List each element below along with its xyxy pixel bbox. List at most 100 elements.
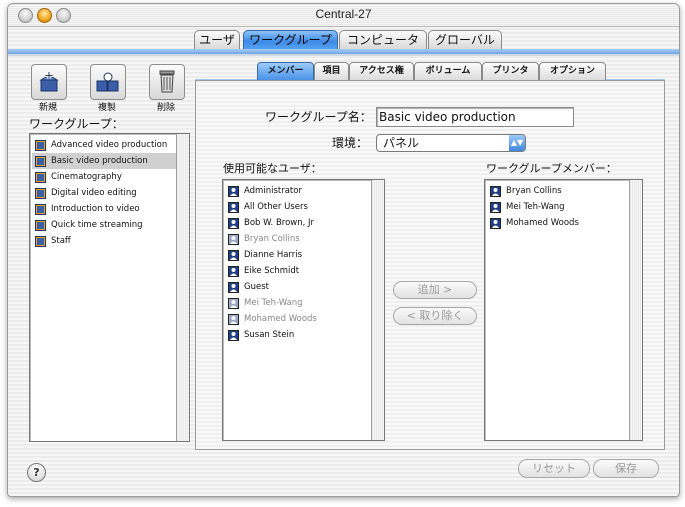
app-window: Central-27 ユーザ ワークグループ コンピュータ グローバル 新規 複… [7, 3, 680, 497]
available-user-item-label: Eike Schmidt [244, 266, 300, 276]
tab-users[interactable]: ユーザ [194, 30, 240, 51]
member-item-label: Mei Teh-Wang [506, 202, 565, 212]
delete-label: 削除 [156, 103, 175, 113]
available-user-item-label: Guest [244, 282, 269, 292]
user-icon [228, 217, 239, 229]
remove-button[interactable]: < 取り除く [393, 307, 477, 325]
available-user-item-label: Mohamed Woods [244, 314, 317, 324]
workgroup-list-item[interactable]: Digital video editing [32, 185, 176, 201]
workgroup-list-item-label: Digital video editing [51, 188, 137, 198]
available-user-item[interactable]: Eike Schmidt [225, 263, 371, 279]
workgroup-name-field[interactable]: Basic video production [376, 107, 574, 127]
workgroup-list-item[interactable]: Basic video production [32, 153, 176, 169]
top-tabs: ユーザ ワークグループ コンピュータ グローバル [8, 28, 679, 51]
tab-privileges[interactable]: アクセス権 [349, 62, 414, 81]
available-user-item-label: Bob W. Brown, Jr [244, 218, 315, 228]
help-button[interactable]: ? [27, 463, 46, 482]
available-user-item-label: Bryan Collins [244, 234, 300, 244]
workgroup-list-item[interactable]: Advanced video production [32, 137, 176, 153]
member-item-label: Mohamed Woods [506, 218, 579, 228]
members-panel: ワークグループ名： Basic video production 環境： パネル… [195, 80, 665, 450]
workgroup-list-scrollbar[interactable] [176, 134, 189, 441]
available-user-item[interactable]: Bob W. Brown, Jr [225, 215, 371, 231]
available-user-item-label: Dianne Harris [244, 250, 303, 260]
workgroup-list-item[interactable]: Introduction to video [32, 201, 176, 217]
member-item[interactable]: Mohamed Woods [487, 215, 629, 231]
user-icon [490, 201, 501, 213]
trash-icon [159, 70, 175, 93]
save-button[interactable]: 保存 [593, 459, 659, 478]
tab-computers[interactable]: コンピュータ [339, 30, 427, 51]
new-workgroup-icon [39, 72, 59, 92]
duplicate-button[interactable] [90, 64, 126, 100]
workgroup-list-item-label: Introduction to video [51, 204, 140, 214]
available-users-heading: 使用可能なユーザ： [223, 162, 322, 175]
user-icon [228, 265, 239, 277]
user-icon [228, 297, 239, 309]
environment-label: 環境： [332, 136, 369, 150]
member-item[interactable]: Bryan Collins [487, 183, 629, 199]
workgroup-list-item[interactable]: Quick time streaming [32, 217, 176, 233]
duplicate-label: 複製 [97, 103, 116, 113]
workgroup-name-label: ワークグループ名： [265, 110, 372, 124]
user-icon [228, 329, 239, 341]
delete-button[interactable] [149, 64, 185, 100]
workgroup-icon [35, 203, 46, 215]
available-user-item-label: Administrator [244, 186, 302, 196]
title-bar: Central-27 [8, 4, 679, 27]
new-button[interactable] [31, 64, 67, 100]
available-user-item[interactable]: Dianne Harris [225, 247, 371, 263]
workgroup-list-item-label: Advanced video production [51, 140, 168, 150]
reset-button[interactable]: リセット [518, 459, 590, 478]
available-user-item[interactable]: Susan Stein [225, 327, 371, 343]
user-icon [228, 281, 239, 293]
available-user-item[interactable]: Bryan Collins [225, 231, 371, 247]
workgroup-list-item[interactable]: Staff [32, 233, 176, 249]
members-list[interactable]: Bryan Collins Mei Teh-Wang Mohamed Woods [484, 179, 643, 441]
available-user-item[interactable]: All Other Users [225, 199, 371, 215]
available-user-item[interactable]: Administrator [225, 183, 371, 199]
members-list-scrollbar[interactable] [629, 180, 642, 440]
workgroup-list-item-label: Cinematography [51, 172, 122, 182]
new-label: 新規 [38, 103, 57, 113]
member-item-label: Bryan Collins [506, 186, 562, 196]
workgroup-icon [35, 139, 46, 151]
available-users-scrollbar[interactable] [371, 180, 384, 440]
workgroup-icon [35, 155, 46, 167]
workgroup-icon [35, 235, 46, 247]
tab-options[interactable]: オプション [539, 62, 606, 81]
workgroup-list-item-label: Basic video production [51, 156, 148, 166]
tab-members[interactable]: メンバー [257, 62, 314, 81]
add-button[interactable]: 追加 > [393, 281, 477, 299]
tab-items[interactable]: 項目 [314, 62, 349, 81]
workgroup-icon [35, 187, 46, 199]
tab-workgroups[interactable]: ワークグループ [243, 30, 338, 51]
workgroup-list-item-label: Quick time streaming [51, 220, 143, 230]
tab-global[interactable]: グローバル [428, 30, 502, 51]
user-icon [228, 233, 239, 245]
popup-arrows-icon: ▲▼ [509, 135, 525, 151]
workgroup-list-item-label: Staff [51, 236, 71, 246]
tab-volumes[interactable]: ボリューム [414, 62, 482, 81]
available-user-item-label: Mei Teh-Wang [244, 298, 303, 308]
workgroup-list[interactable]: Advanced video production Basic video pro… [29, 133, 190, 442]
workgroup-icon [35, 171, 46, 183]
environment-popup[interactable]: パネル ▲▼ [376, 134, 526, 152]
member-item[interactable]: Mei Teh-Wang [487, 199, 629, 215]
user-icon [228, 185, 239, 197]
available-user-item[interactable]: Guest [225, 279, 371, 295]
window-title: Central-27 [315, 7, 372, 21]
tab-divider-shadow [8, 54, 679, 56]
workgroup-icon [35, 219, 46, 231]
available-user-item[interactable]: Mohamed Woods [225, 311, 371, 327]
available-user-item[interactable]: Mei Teh-Wang [225, 295, 371, 311]
available-user-item-label: All Other Users [244, 202, 308, 212]
available-user-item-label: Susan Stein [244, 330, 295, 340]
user-icon [490, 185, 501, 197]
workgroup-list-item[interactable]: Cinematography [32, 169, 176, 185]
user-icon [490, 217, 501, 229]
available-users-list[interactable]: Administrator All Other Users Bob W. Brown… [222, 179, 385, 441]
tab-printers[interactable]: プリンタ [482, 62, 539, 81]
user-icon [228, 249, 239, 261]
user-icon [228, 201, 239, 213]
